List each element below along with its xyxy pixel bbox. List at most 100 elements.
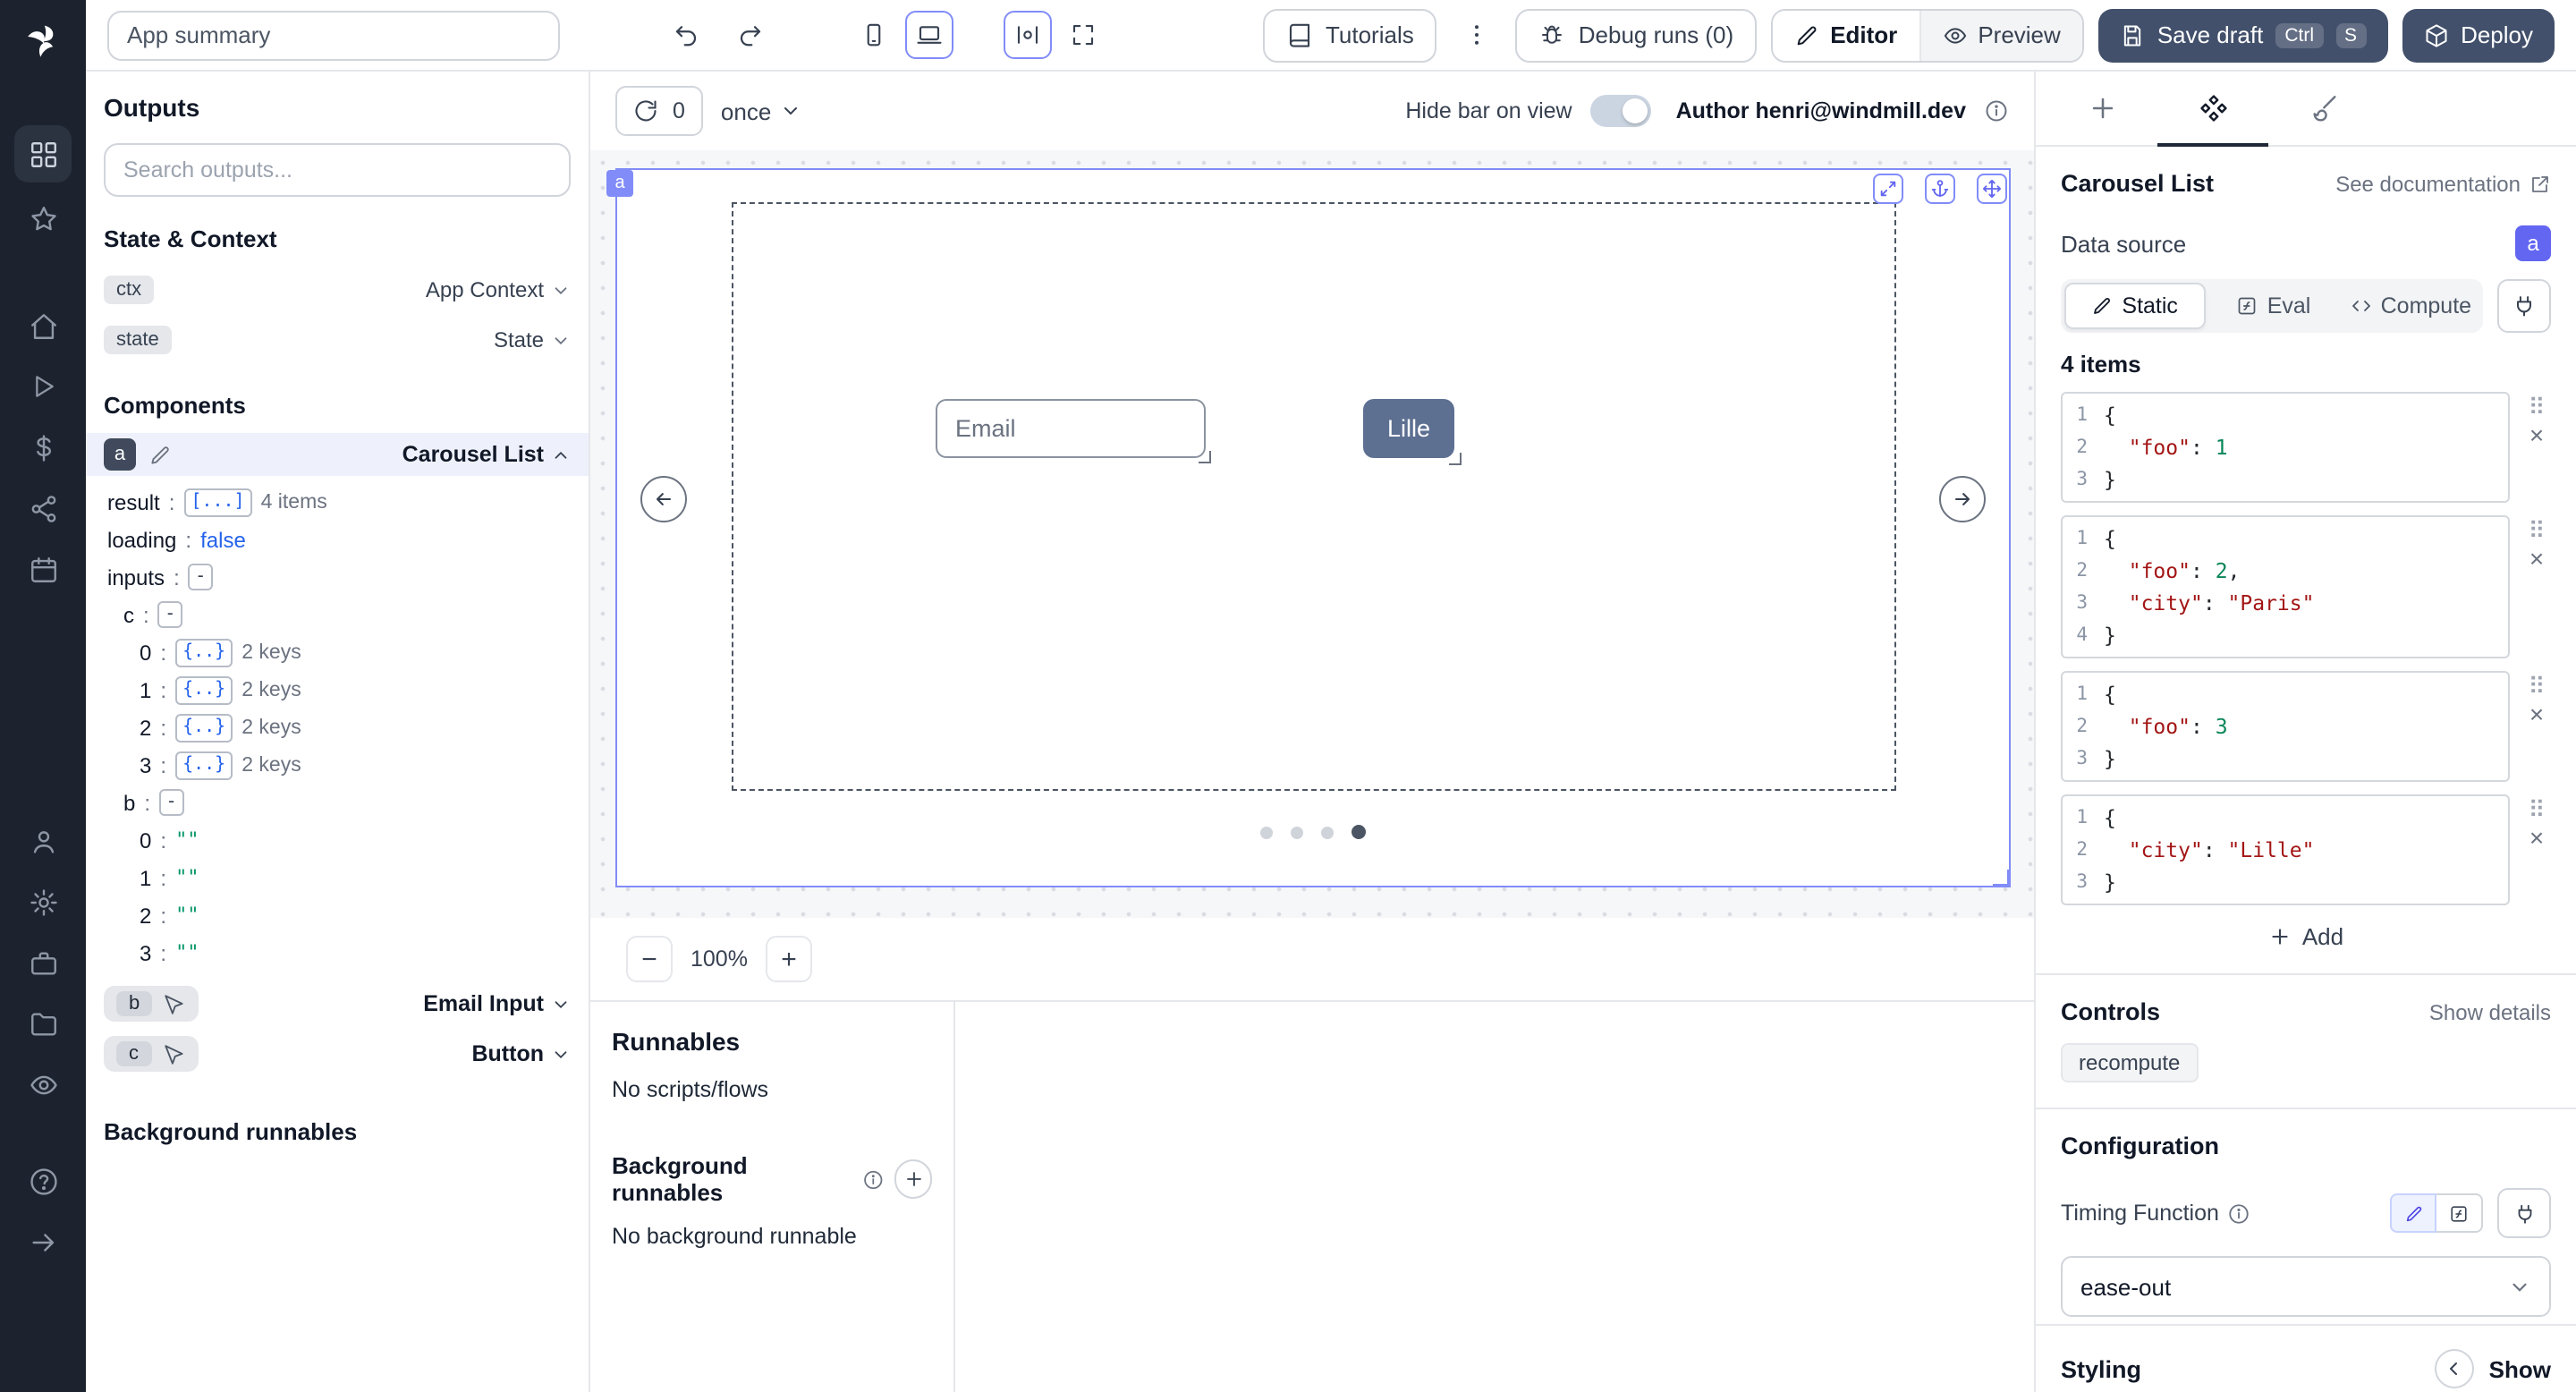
star-icon[interactable]	[14, 190, 72, 247]
show-styling-button[interactable]: Show	[2436, 1349, 2551, 1388]
tutorials-button[interactable]: Tutorials	[1263, 8, 1437, 62]
workflows-icon[interactable]	[14, 480, 72, 537]
json-editor[interactable]: 1{2 "city": "Lille"3}	[2061, 794, 2510, 905]
component-settings-tab[interactable]	[2157, 72, 2268, 147]
billing-icon[interactable]	[14, 419, 72, 476]
apps-icon[interactable]	[14, 125, 72, 182]
workers-icon[interactable]	[14, 934, 72, 991]
timing-function-select[interactable]: ease-out	[2061, 1256, 2551, 1317]
resize-handle[interactable]	[1449, 453, 1462, 465]
output-tree-row[interactable]: 2:{..}2 keys	[104, 709, 571, 746]
search-outputs-input[interactable]	[104, 143, 571, 197]
insert-component-tab[interactable]	[2046, 72, 2157, 145]
output-tree-row[interactable]: b:-	[104, 784, 571, 821]
json-editor[interactable]: 1{2 "foo": 33}	[2061, 671, 2510, 782]
output-tree-row[interactable]: 0:""	[104, 821, 571, 859]
output-tree-row[interactable]: c:-	[104, 596, 571, 633]
carousel-dot[interactable]	[1291, 826, 1303, 838]
remove-item-button[interactable]: ×	[2529, 703, 2544, 726]
ctx-row[interactable]: ctx App Context	[104, 267, 571, 313]
carousel-next-button[interactable]	[1939, 476, 1986, 522]
drag-handle-icon[interactable]: ⠿	[2528, 521, 2545, 542]
mobile-view-button[interactable]	[850, 11, 898, 59]
refresh-control[interactable]: 0	[615, 86, 703, 136]
preview-tab[interactable]: Preview	[1920, 10, 2082, 60]
json-editor[interactable]: 1{2 "foo": 13}	[2061, 392, 2510, 503]
selection-resize-handle[interactable]	[1993, 870, 2011, 887]
component-row-c[interactable]: c Button	[104, 1036, 571, 1072]
email-input-component[interactable]: Email	[936, 399, 1206, 458]
connect-data-source-button[interactable]	[2497, 279, 2551, 333]
carousel-dot[interactable]	[1352, 825, 1366, 839]
eval-mode-button[interactable]: Eval	[2205, 283, 2342, 329]
output-tree-row[interactable]: result:[...]4 items	[104, 483, 571, 521]
output-tree-row[interactable]: 3:{..}2 keys	[104, 746, 571, 784]
editor-tab[interactable]: Editor	[1773, 10, 1920, 60]
component-row-b[interactable]: b Email Input	[104, 986, 571, 1022]
carousel-component[interactable]: a	[615, 168, 2011, 887]
folders-icon[interactable]	[14, 995, 72, 1052]
undo-button[interactable]	[660, 10, 710, 60]
output-tree-row[interactable]: 3:""	[104, 934, 571, 972]
expand-toggle[interactable]: {..}	[175, 638, 233, 666]
drag-handle-icon[interactable]: ⠿	[2528, 397, 2545, 419]
help-icon[interactable]	[14, 1152, 72, 1210]
remove-item-button[interactable]: ×	[2529, 547, 2544, 571]
move-component-button[interactable]	[1977, 174, 2007, 204]
remove-item-button[interactable]: ×	[2529, 424, 2544, 447]
info-icon[interactable]	[862, 1167, 885, 1191]
timing-static-button[interactable]	[2390, 1193, 2436, 1233]
app-summary-input[interactable]	[107, 10, 560, 60]
drag-handle-icon[interactable]: ⠿	[2528, 676, 2545, 698]
deploy-button[interactable]: Deploy	[2402, 8, 2555, 62]
show-details-link[interactable]: Show details	[2429, 999, 2551, 1024]
app-canvas[interactable]: a	[590, 150, 2034, 918]
add-background-runnable-button[interactable]	[894, 1159, 932, 1199]
fullscreen-button[interactable]	[1059, 11, 1107, 59]
output-tree-row[interactable]: inputs:-	[104, 558, 571, 596]
refresh-frequency-dropdown[interactable]: once	[721, 98, 801, 124]
zoom-in-button[interactable]: +	[766, 936, 812, 982]
see-documentation-link[interactable]: See documentation	[2335, 171, 2551, 196]
anchor-component-button[interactable]	[1925, 174, 1955, 204]
runs-icon[interactable]	[14, 358, 72, 415]
static-mode-button[interactable]: Static	[2064, 283, 2205, 329]
expand-component-button[interactable]	[1873, 174, 1903, 204]
expand-sidebar-icon[interactable]	[14, 1213, 72, 1270]
component-row-a[interactable]: a Carousel List	[86, 433, 589, 476]
output-tree-row[interactable]: 2:""	[104, 896, 571, 934]
info-icon[interactable]	[2228, 1201, 2251, 1225]
save-draft-button[interactable]: Save draft CtrlS	[2098, 8, 2387, 62]
desktop-view-button[interactable]	[905, 11, 953, 59]
resize-handle[interactable]	[1199, 451, 1211, 463]
expand-toggle[interactable]: {..}	[175, 675, 233, 704]
carousel-dot[interactable]	[1260, 826, 1273, 838]
state-row[interactable]: state State	[104, 317, 571, 363]
button-component[interactable]: Lille	[1363, 399, 1454, 458]
redo-button[interactable]	[724, 10, 775, 60]
audit-icon[interactable]	[14, 1056, 72, 1113]
recompute-button[interactable]: recompute	[2061, 1043, 2198, 1082]
zoom-out-button[interactable]: −	[626, 936, 673, 982]
expand-toggle[interactable]: [...]	[183, 488, 251, 516]
expand-toggle[interactable]: {..}	[175, 751, 233, 779]
debug-runs-button[interactable]: Debug runs (0)	[1516, 8, 1757, 62]
output-tree-row[interactable]: 1:{..}2 keys	[104, 671, 571, 709]
home-icon[interactable]	[14, 297, 72, 354]
styling-tab[interactable]	[2268, 72, 2379, 145]
windmill-logo[interactable]	[20, 18, 66, 64]
schedules-icon[interactable]	[14, 540, 72, 598]
expand-toggle[interactable]: {..}	[175, 713, 233, 742]
compute-mode-button[interactable]: Compute	[2343, 283, 2479, 329]
timing-eval-button[interactable]	[2436, 1193, 2483, 1233]
timing-connect-button[interactable]	[2497, 1188, 2551, 1238]
hide-bar-toggle[interactable]	[1590, 95, 1651, 127]
drag-handle-icon[interactable]: ⠿	[2528, 800, 2545, 821]
center-canvas-button[interactable]	[1004, 11, 1052, 59]
carousel-dot[interactable]	[1321, 826, 1334, 838]
more-menu-button[interactable]	[1452, 10, 1502, 60]
output-tree-row[interactable]: 1:""	[104, 859, 571, 896]
remove-item-button[interactable]: ×	[2529, 827, 2544, 850]
output-tree-row[interactable]: 0:{..}2 keys	[104, 633, 571, 671]
add-item-button[interactable]: Add	[2268, 923, 2343, 950]
